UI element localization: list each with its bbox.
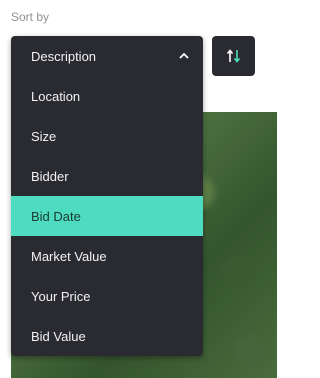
sort-option-bid-date[interactable]: Bid Date	[11, 196, 203, 236]
sort-by-label: Sort by	[11, 10, 50, 24]
sort-dropdown-header[interactable]: Description	[11, 36, 203, 76]
sort-option-market-value[interactable]: Market Value	[11, 236, 203, 276]
sort-direction-icon	[226, 49, 240, 63]
sort-direction-button[interactable]	[212, 36, 255, 76]
sort-option-bidder[interactable]: Bidder	[11, 156, 203, 196]
selected-sort-label: Description	[31, 48, 97, 64]
sort-option-location[interactable]: Location	[11, 76, 203, 116]
sort-option-size[interactable]: Size	[11, 116, 203, 156]
sort-option-bid-value[interactable]: Bid Value	[11, 316, 203, 356]
chevron-up-icon	[177, 49, 191, 63]
sort-option-your-price[interactable]: Your Price	[11, 276, 203, 316]
sort-dropdown[interactable]: Description Location Size Bidder Bid Dat…	[11, 36, 203, 356]
